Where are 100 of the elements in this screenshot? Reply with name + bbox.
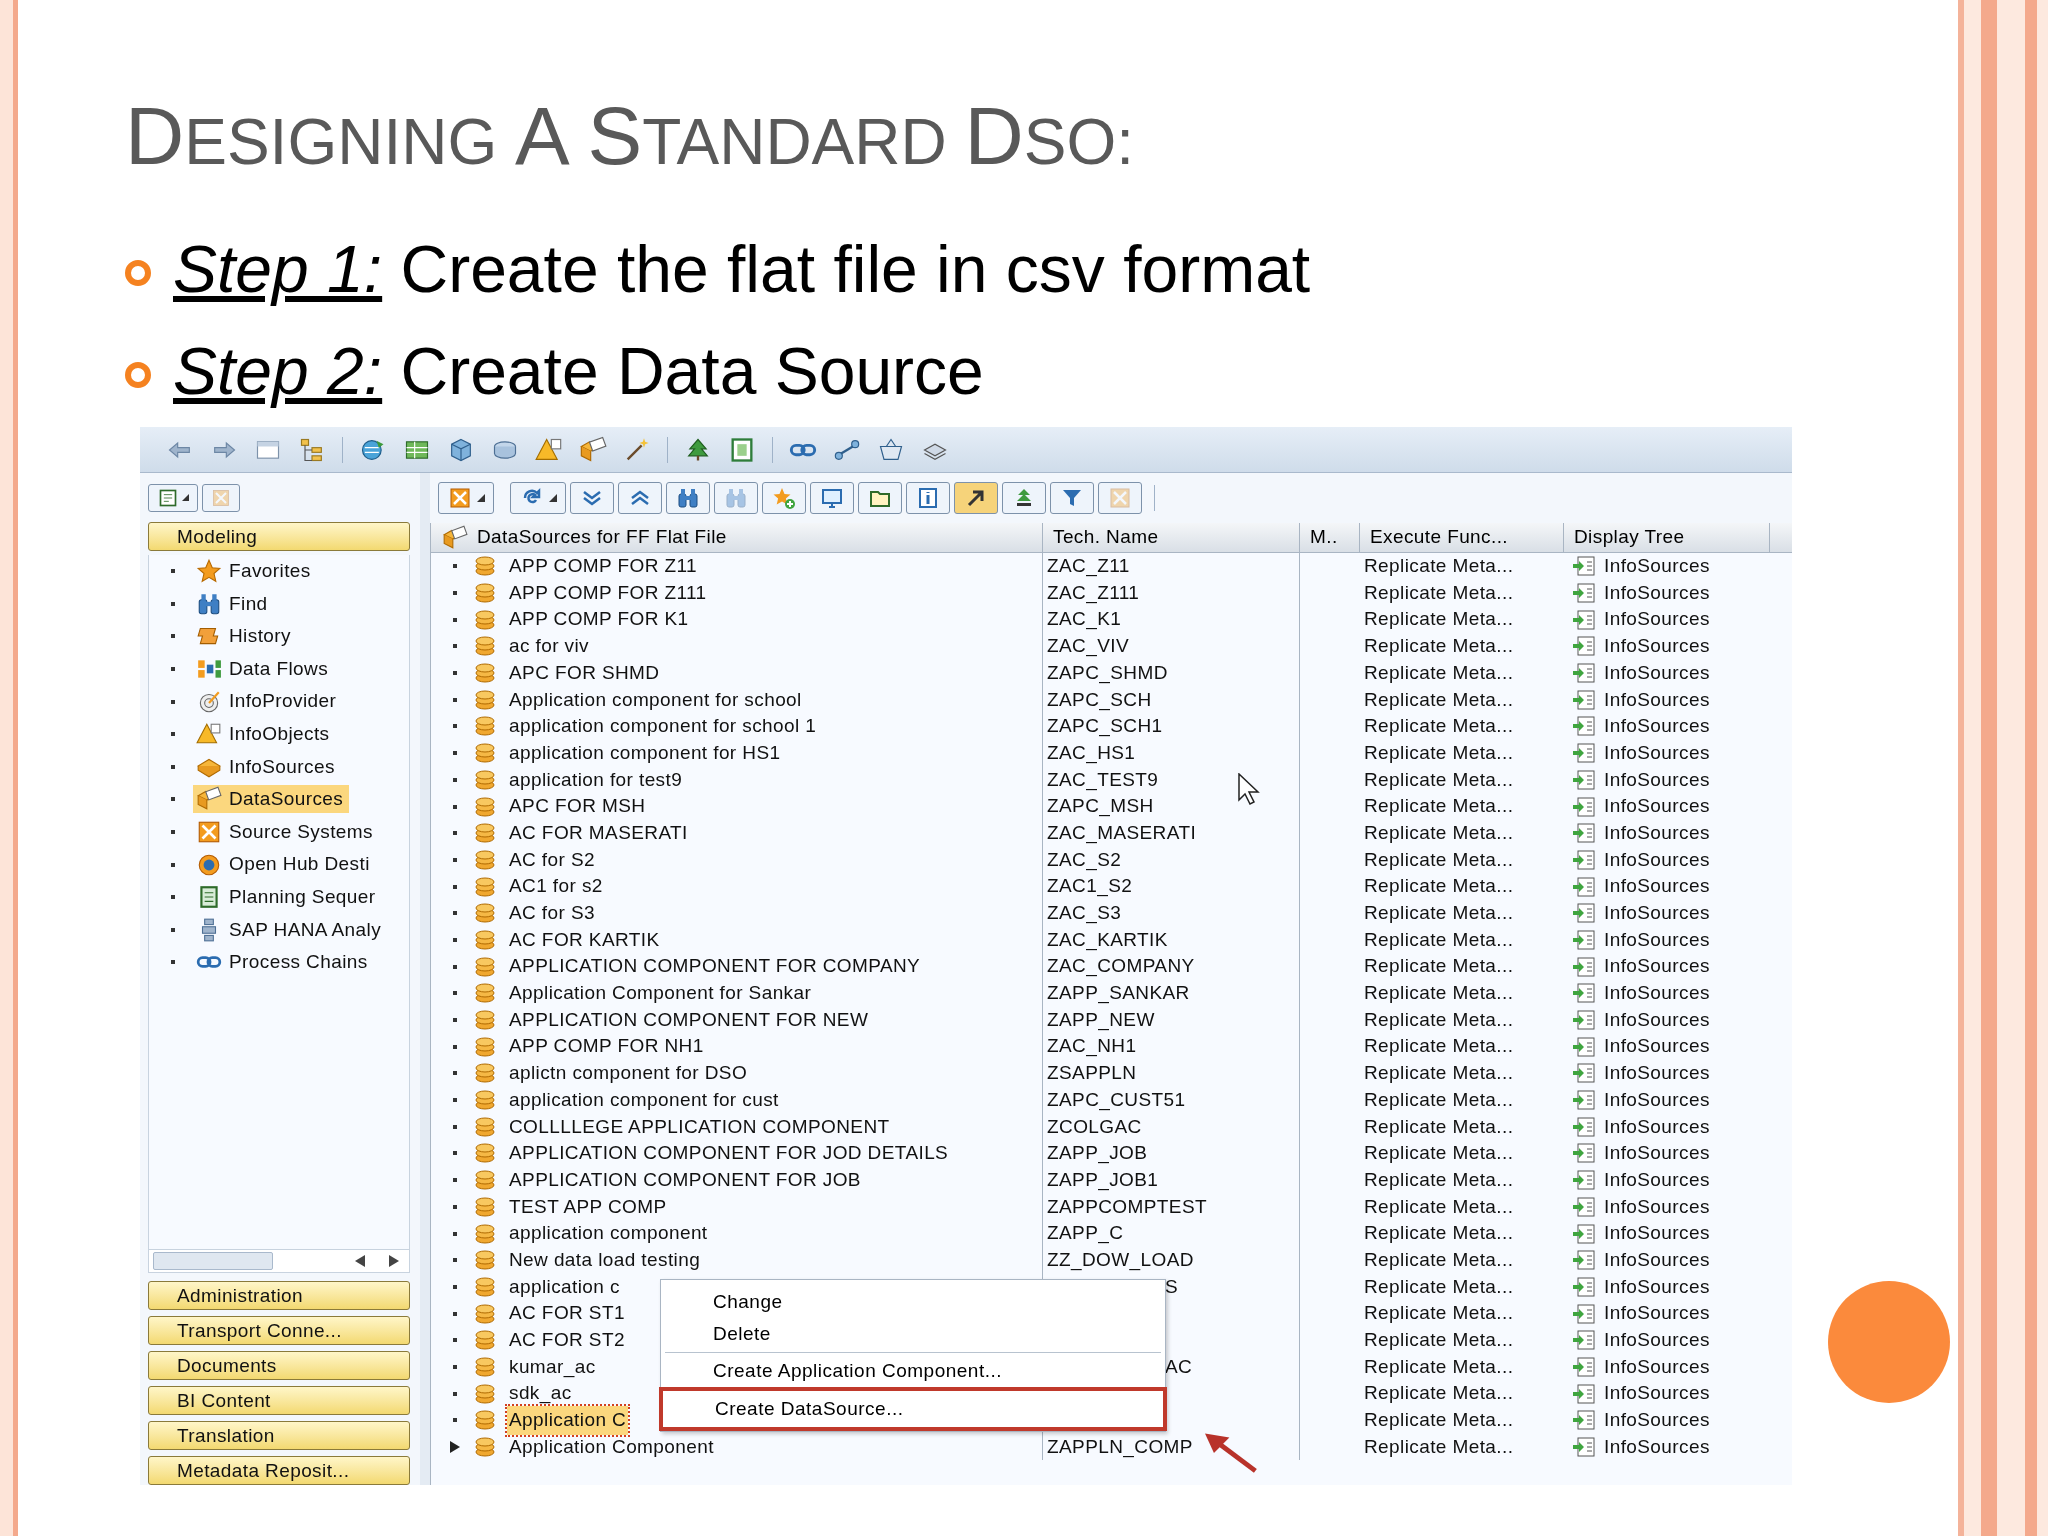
folder-button[interactable] — [858, 482, 902, 514]
sidebar-item[interactable]: Favorites — [193, 557, 317, 586]
view-dropdown-button[interactable] — [148, 483, 198, 512]
row-name[interactable]: AC for S3 — [507, 899, 597, 928]
table-cell[interactable]: InfoSources — [1604, 1032, 1710, 1061]
sidebar-item[interactable]: DataSources — [193, 785, 350, 814]
sidebar-item[interactable]: Data Flows — [193, 655, 335, 684]
table-cell[interactable]: InfoSources — [1604, 1192, 1710, 1222]
row-name[interactable]: application component — [507, 1219, 710, 1248]
section-button[interactable]: Administration — [148, 1281, 410, 1310]
row-name[interactable]: AC1 for s2 — [507, 872, 605, 901]
table-cell[interactable]: InfoSources — [1604, 845, 1710, 875]
table-cell[interactable]: InfoSources — [1604, 1245, 1710, 1275]
row-name[interactable]: APP COMP FOR K1 — [507, 605, 691, 634]
column-header[interactable]: Display Tree — [1564, 523, 1770, 552]
table-cell[interactable]: InfoSources — [1604, 1085, 1710, 1115]
row-name[interactable]: sdk_ac — [507, 1379, 574, 1408]
section-button[interactable]: BI Content — [148, 1386, 410, 1415]
table-cell[interactable]: InfoSources — [1604, 899, 1710, 928]
column-header[interactable]: Tech. Name — [1043, 523, 1300, 552]
row-name[interactable]: APC FOR SHMD — [507, 658, 662, 688]
find-next-button[interactable] — [714, 482, 758, 514]
row-name[interactable]: AC FOR ST1 — [507, 1299, 627, 1328]
table-cell[interactable]: InfoSources — [1604, 605, 1710, 634]
row-name[interactable]: ac for viv — [507, 632, 592, 661]
menu-item[interactable]: Create Application Component... — [661, 1355, 1165, 1387]
section-button[interactable]: Documents — [148, 1351, 410, 1380]
table-cell[interactable]: InfoSources — [1604, 1139, 1710, 1168]
sidebar-item[interactable]: Open Hub Desti — [193, 850, 376, 879]
row-name[interactable]: Application component for school — [507, 685, 804, 715]
monitor-button[interactable] — [810, 482, 854, 514]
row-name[interactable]: application c — [507, 1272, 622, 1302]
sidebar-item[interactable]: InfoObjects — [193, 720, 336, 749]
row-name[interactable]: application component for cust — [507, 1085, 781, 1115]
menu-item[interactable]: Delete — [661, 1318, 1165, 1350]
table-cell[interactable]: InfoSources — [1604, 1326, 1710, 1355]
row-name[interactable]: COLLLLEGE APPLICATION COMPONENT — [507, 1112, 892, 1142]
table-cell[interactable]: InfoSources — [1604, 738, 1710, 768]
table-cell[interactable]: InfoSources — [1604, 765, 1710, 795]
sidebar-item[interactable]: Source Systems — [193, 818, 379, 847]
table-cell[interactable]: InfoSources — [1604, 818, 1710, 848]
table-cell[interactable]: InfoSources — [1604, 552, 1710, 581]
table-cell[interactable]: InfoSources — [1604, 872, 1710, 901]
table-cell[interactable]: InfoSources — [1604, 1112, 1710, 1142]
row-name[interactable]: AC FOR ST2 — [507, 1326, 627, 1355]
row-name[interactable]: APC FOR MSH — [507, 792, 648, 821]
section-button[interactable]: Transport Conne... — [148, 1316, 410, 1345]
table-cell[interactable]: InfoSources — [1604, 658, 1710, 688]
row-name[interactable]: Application C — [507, 1406, 629, 1435]
filter-button[interactable] — [1050, 482, 1094, 514]
row-name[interactable]: Application Component — [507, 1432, 716, 1462]
row-name[interactable]: APP COMP FOR NH1 — [507, 1032, 706, 1061]
table-cell[interactable]: InfoSources — [1604, 952, 1710, 981]
row-name[interactable]: APP COMP FOR Z11 — [507, 552, 699, 581]
table-cell[interactable]: InfoSources — [1604, 1165, 1710, 1195]
table-cell[interactable]: InfoSources — [1604, 1432, 1710, 1462]
scrollbar-thumb[interactable] — [153, 1252, 273, 1270]
sidebar-item[interactable]: Planning Sequer — [193, 883, 382, 912]
row-name[interactable]: New data load testing — [507, 1245, 703, 1275]
expand-all-button[interactable] — [570, 482, 614, 514]
table-cell[interactable]: InfoSources — [1604, 1272, 1710, 1302]
row-name[interactable]: APPLICATION COMPONENT FOR JOD DETAILS — [507, 1139, 951, 1168]
sidebar-item[interactable]: SAP HANA Analy — [193, 915, 388, 944]
table-cell[interactable]: InfoSources — [1604, 578, 1710, 608]
collapse-all-button[interactable] — [618, 482, 662, 514]
table-cell[interactable]: InfoSources — [1604, 1406, 1710, 1435]
add-favorite-button[interactable] — [762, 482, 806, 514]
refresh-button[interactable] — [510, 482, 566, 514]
row-name[interactable]: AC FOR MASERATI — [507, 818, 690, 848]
table-cell[interactable]: InfoSources — [1604, 685, 1710, 715]
scroll-right-icon[interactable] — [389, 1255, 399, 1267]
info-button[interactable] — [906, 482, 950, 514]
table-cell[interactable]: InfoSources — [1604, 792, 1710, 821]
table-cell[interactable]: InfoSources — [1604, 979, 1710, 1008]
jump-button[interactable] — [954, 482, 998, 514]
row-name[interactable]: APPLICATION COMPONENT FOR JOB — [507, 1165, 863, 1195]
row-name[interactable]: AC FOR KARTIK — [507, 925, 662, 955]
table-cell[interactable]: InfoSources — [1604, 1379, 1710, 1408]
table-cell[interactable]: InfoSources — [1604, 1299, 1710, 1328]
row-name[interactable]: AC for S2 — [507, 845, 597, 875]
table-cell[interactable]: InfoSources — [1604, 925, 1710, 955]
close-button[interactable] — [1098, 482, 1142, 514]
row-name[interactable]: Application Component for Sankar — [507, 979, 814, 1008]
table-cell[interactable]: InfoSources — [1604, 1352, 1710, 1382]
column-header[interactable]: DataSources for FF Flat File — [431, 523, 1043, 552]
section-button[interactable]: Metadata Reposit... — [148, 1456, 410, 1485]
sidebar-item[interactable]: History — [193, 622, 297, 651]
row-name[interactable]: aplictn component for DSO — [507, 1059, 750, 1088]
source-system-button[interactable] — [438, 482, 494, 514]
row-name[interactable]: application component for HS1 — [507, 738, 783, 768]
row-name[interactable]: APPLICATION COMPONENT FOR COMPANY — [507, 952, 923, 981]
section-button[interactable]: Translation — [148, 1421, 410, 1450]
table-cell[interactable]: InfoSources — [1604, 1059, 1710, 1088]
row-name[interactable]: APP COMP FOR Z111 — [507, 578, 709, 608]
row-name[interactable]: kumar_ac — [507, 1352, 598, 1382]
scroll-left-icon[interactable] — [355, 1255, 365, 1267]
table-cell[interactable]: InfoSources — [1604, 1005, 1710, 1035]
row-name[interactable]: application for test9 — [507, 765, 685, 795]
table-cell[interactable]: InfoSources — [1604, 712, 1710, 741]
row-name[interactable]: application component for school 1 — [507, 712, 819, 741]
